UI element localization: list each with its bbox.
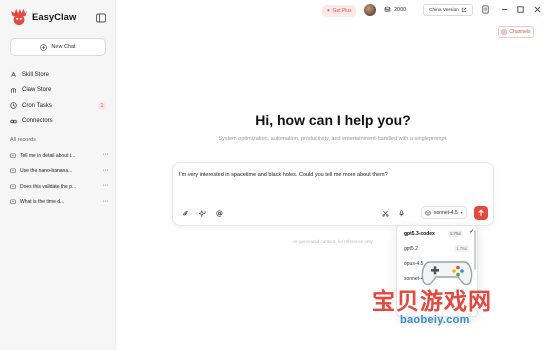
records-list: Tell me in detail about t... ··· Use the… (8, 148, 110, 210)
sidebar-item-skill-store[interactable]: Skill Store (8, 67, 108, 83)
coin-stack-icon (384, 6, 391, 12)
claw-icon (11, 87, 16, 93)
sidebar-item-label: Cron Tasks (22, 102, 52, 109)
microphone-icon (398, 209, 404, 216)
cube-icon (425, 209, 431, 216)
more-options-icon[interactable]: ··· (103, 167, 109, 174)
record-item[interactable]: Use the nano-banana... ··· (8, 164, 110, 180)
scissors-icon (381, 210, 389, 217)
record-title: What is the time d... (20, 199, 65, 206)
sidebar-item-label: Skill Store (22, 71, 50, 78)
arrow-up-icon (478, 209, 484, 216)
notification-badge: 1 (98, 102, 106, 110)
more-options-icon[interactable]: ··· (103, 182, 109, 189)
tools-button[interactable] (379, 207, 391, 219)
record-item[interactable]: Tell me in detail about t... ··· (8, 148, 110, 164)
model-selector[interactable]: sonnet-4.5 ▾ (421, 206, 467, 219)
skill-icon (11, 71, 16, 78)
close-icon[interactable] (533, 5, 542, 14)
maximize-icon[interactable] (516, 5, 525, 14)
record-item[interactable]: Does this validate the p... ··· (8, 179, 110, 195)
sidebar-item-connectors[interactable]: Connectors (8, 114, 108, 130)
send-button[interactable] (474, 206, 488, 220)
record-item[interactable]: What is the time d... ··· (8, 195, 110, 211)
china-version-label: China Version (429, 7, 459, 13)
sidebar-toggle-icon[interactable] (96, 13, 106, 23)
sidebar-item-label: Connectors (22, 118, 53, 125)
chat-bubble-icon (10, 153, 16, 158)
get-plus-label: Get Plus (332, 8, 352, 14)
brand[interactable]: EasyClaw (10, 8, 76, 26)
get-plus-button[interactable]: ✦ Get Plus (322, 5, 356, 17)
channels-label: Channels (509, 29, 531, 35)
prompt-composer[interactable]: I'm very interested in spacetime and bla… (172, 162, 494, 226)
sidebar: EasyClaw New Chat Skill Store Claw Store… (0, 0, 116, 350)
brand-name: EasyClaw (32, 11, 77, 23)
channels-button[interactable]: Channels (498, 26, 534, 38)
plus-icon: ✦ (326, 8, 331, 14)
sidebar-item-claw-store[interactable]: Claw Store (8, 83, 108, 99)
avatar[interactable] (364, 4, 376, 16)
attach-button[interactable] (179, 207, 191, 219)
model-option[interactable]: gpt5.3-codex 1.75x ✓ (397, 226, 477, 241)
voice-input-button[interactable] (395, 207, 407, 219)
model-multiplier: 1.75x (453, 245, 469, 252)
sparkle-icon (198, 209, 206, 217)
sidebar-item-cron-tasks[interactable]: Cron Tasks 1 (8, 98, 108, 114)
paperclip-icon (182, 210, 188, 215)
claw-logo-icon (10, 8, 28, 26)
credits-value: 2000 (394, 6, 407, 13)
watermark-url: baobeiy.com (400, 314, 470, 326)
model-selector-label: sonnet-4.5 (434, 209, 458, 216)
credits-display[interactable]: 2000 (384, 6, 406, 13)
chevron-down-icon: ▾ (460, 210, 463, 215)
model-option-name: gpt5.3-codex (404, 230, 435, 237)
model-multiplier: 1.75x (447, 230, 463, 237)
minimize-icon[interactable] (500, 5, 509, 14)
watermark-text: 宝贝游戏网 (372, 289, 492, 315)
more-options-icon[interactable]: ··· (103, 198, 109, 205)
greeting-subtitle: System optimization, automation, product… (218, 136, 448, 142)
new-chat-icon (40, 43, 48, 51)
at-sign-icon (215, 209, 222, 217)
skills-button[interactable] (196, 207, 208, 219)
chat-bubble-icon (10, 168, 16, 174)
record-title: Use the nano-banana... (20, 168, 73, 175)
mention-button[interactable] (213, 207, 225, 219)
external-link-icon (461, 7, 467, 13)
chat-bubble-icon (10, 184, 16, 189)
connector-icon (10, 119, 17, 123)
new-chat-button[interactable]: New Chat (10, 38, 106, 56)
clock-icon (10, 102, 17, 109)
sidebar-item-label: Claw Store (22, 87, 52, 94)
more-options-icon[interactable]: ··· (103, 151, 109, 158)
records-title: All records (10, 137, 36, 143)
channels-icon (502, 29, 507, 35)
chat-bubble-icon (10, 199, 16, 205)
china-version-button[interactable]: China Version (423, 4, 473, 16)
sidebar-nav: Skill Store Claw Store Cron Tasks 1 Conn… (8, 67, 108, 129)
record-title: Tell me in detail about t... (20, 152, 76, 159)
record-title: Does this validate the p... (20, 183, 77, 190)
prompt-input[interactable]: I'm very interested in spacetime and bla… (179, 172, 388, 178)
dropdown-scrollbar[interactable] (474, 230, 476, 270)
new-chat-label: New Chat (51, 44, 76, 50)
disclaimer: AI-generated content, for reference only (293, 239, 373, 244)
greeting-title: Hi, how can I help you? (255, 112, 411, 128)
model-option-name: gpt5.2 (404, 245, 418, 252)
notes-icon[interactable] (481, 5, 490, 14)
